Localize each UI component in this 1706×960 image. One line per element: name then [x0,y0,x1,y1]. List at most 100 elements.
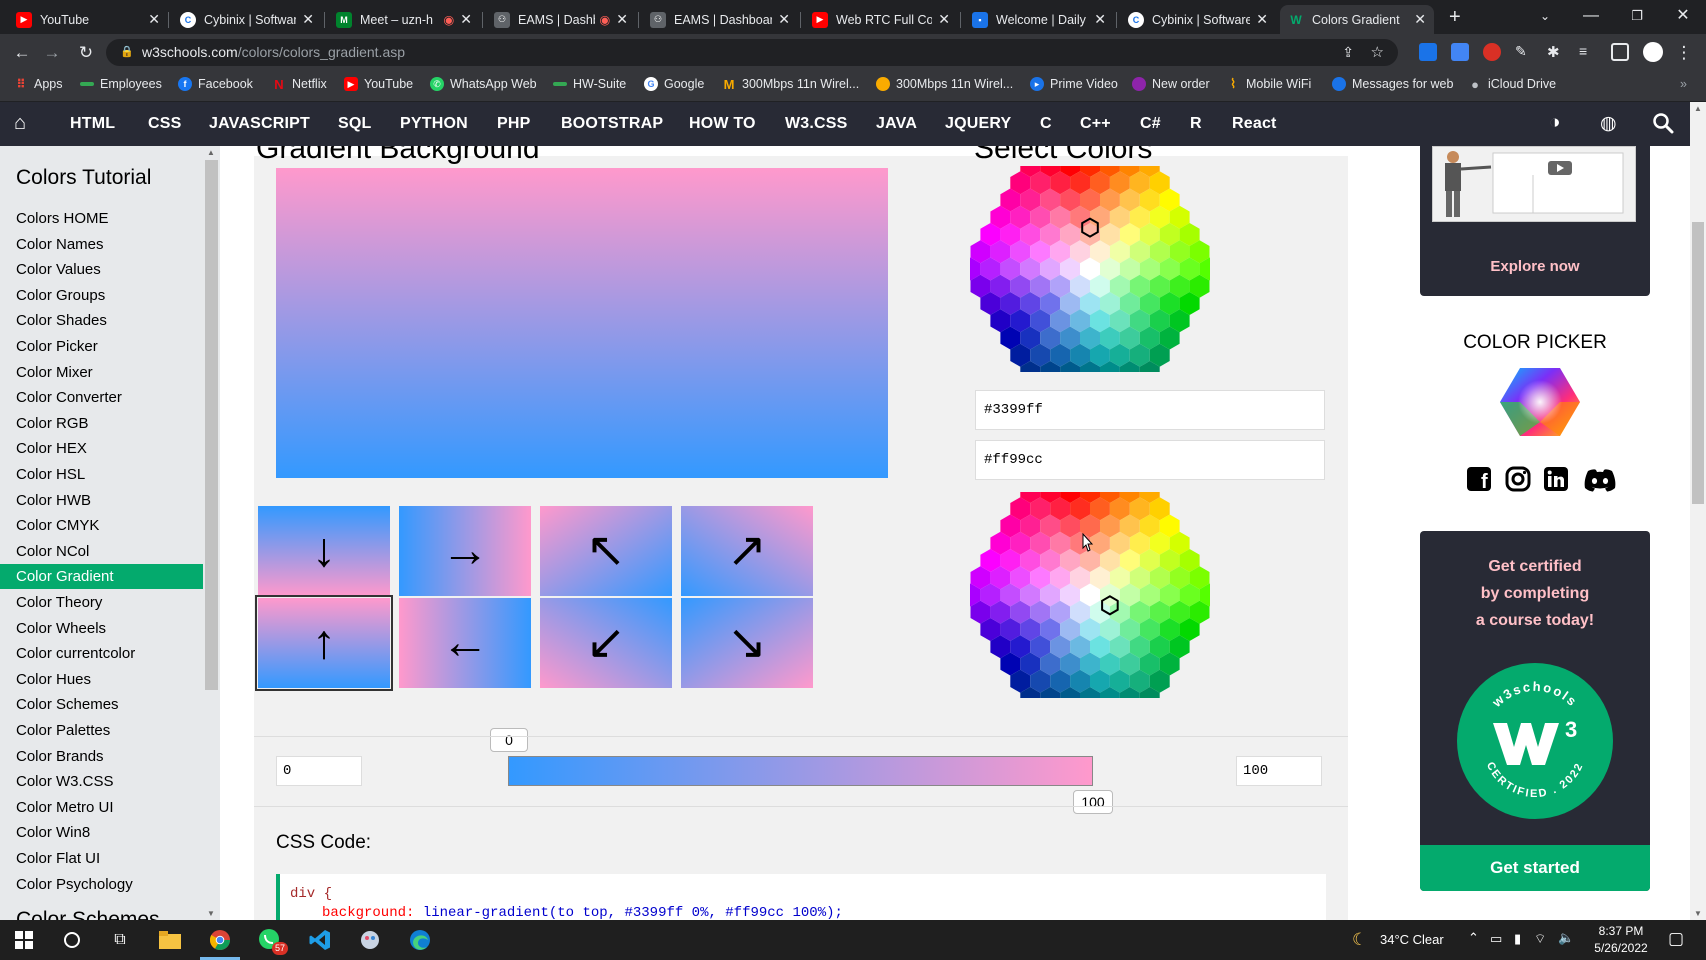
promo-video-thumbnail[interactable] [1432,146,1636,222]
nav-cpp[interactable]: C++ [1080,102,1111,146]
tab-eams-2[interactable]: ⚇ EAMS | Dashboar ✕ [642,5,798,34]
bookmark-google[interactable]: G Google [644,77,704,91]
sidebar-item[interactable]: Color Groups [0,283,203,308]
bookmark-router-1[interactable]: M 300Mbps 11n Wirel... [722,77,860,92]
search-icon[interactable] [1652,112,1676,136]
tray-battery-icon[interactable]: ▮ [1514,931,1521,947]
nav-css[interactable]: CSS [148,102,182,146]
get-started-button[interactable]: Get started [1420,845,1650,891]
tab-cybinix-2[interactable]: C Cybinix | Software ✕ [1120,5,1276,34]
sidebar-item[interactable]: Color Flat UI [0,846,203,871]
nav-jquery[interactable]: JQUERY [945,102,1011,146]
bookmarks-overflow-icon[interactable]: » [1680,77,1687,91]
explore-now-link[interactable]: Explore now [1420,258,1650,275]
sidebar-item[interactable]: Colors HOME [0,206,203,231]
chrome-icon[interactable] [206,926,234,954]
close-icon[interactable]: ✕ [1256,11,1268,28]
bookmark-employees[interactable]: Employees [80,77,162,91]
instagram-icon[interactable] [1505,466,1531,492]
windows-start-icon[interactable] [10,926,38,954]
sidebar-item[interactable]: Color Gradient [0,564,203,590]
direction-to-right-button[interactable]: → [399,506,531,596]
close-icon[interactable]: ✕ [938,11,950,28]
puzzle-icon[interactable]: ✱ [1547,43,1565,61]
direction-to-left-button[interactable]: ← [399,598,531,688]
scroll-down-icon[interactable]: ▼ [1694,909,1702,918]
search-circle-icon[interactable] [58,926,86,954]
bookmark-hwsuite[interactable]: HW-Suite [553,77,626,91]
tab-youtube[interactable]: ▶ YouTube ✕ [8,5,168,34]
bookmark-youtube[interactable]: ▶ YouTube [344,77,413,91]
tray-time[interactable]: 8:37 PM [1586,924,1656,938]
color-picker-hex-icon[interactable] [1500,366,1580,438]
tray-wifi-icon[interactable]: ⌔ [1534,931,1546,947]
sidebar-item[interactable]: Color Converter [0,385,203,410]
direction-to-top-button[interactable]: ↑ [255,595,393,691]
edge-icon[interactable] [406,926,434,954]
direction-to-top-right-button[interactable]: ↗ [681,506,813,596]
direction-to-top-left-button[interactable]: ↖ [540,506,672,596]
nav-howto[interactable]: HOW TO [689,102,756,146]
media-icon[interactable]: ≡ [1579,43,1597,61]
close-window-icon[interactable]: ✕ [1660,4,1706,28]
direction-to-bottom-button[interactable]: ↓ [258,506,390,596]
sidebar-item[interactable]: Color Hues [0,667,203,692]
menu-dots-icon[interactable]: ⋮ [1672,41,1696,65]
linkedin-icon[interactable] [1543,466,1569,492]
contrast-icon[interactable]: ◑ [1549,112,1573,136]
sidebar-item[interactable]: Color Metro UI [0,795,203,820]
bookmark-apps[interactable]: ⠿ Apps [14,77,62,91]
nav-r[interactable]: R [1190,102,1202,146]
gradient-stop-bar[interactable] [508,756,1093,786]
scroll-down-icon[interactable]: ▼ [207,909,215,918]
bookmark-new-order[interactable]: New order [1132,77,1210,91]
stop-end-input[interactable]: 100 [1236,756,1322,786]
sidebar-item[interactable]: Color HEX [0,436,203,461]
nav-w3css[interactable]: W3.CSS [785,102,848,146]
tab-meet[interactable]: M Meet – uzn-h ◉ ✕ [328,5,480,34]
pen-icon[interactable]: ✎ [1515,43,1533,61]
scroll-thumb[interactable] [205,160,218,690]
sidebar-item[interactable]: Color Shades [0,308,203,333]
sidebar-item[interactable]: Color NCol [0,539,203,564]
nav-html[interactable]: HTML [70,102,115,146]
tray-chevron-up-icon[interactable]: ⌃ [1468,930,1479,946]
nav-java[interactable]: JAVA [876,102,917,146]
home-icon[interactable]: ⌂ [14,112,38,136]
sidebar-scrollbar[interactable]: ▲ ▼ [203,146,220,920]
sidebar-item[interactable]: Color Palettes [0,718,203,743]
page-scrollbar[interactable]: ▲ ▼ [1690,102,1706,920]
bookmark-netflix[interactable]: N Netflix [272,77,326,92]
tray-date[interactable]: 5/26/2022 [1586,941,1656,955]
sidebar-item[interactable]: Color Psychology [0,872,203,897]
weather-text[interactable]: 34°C Clear [1380,932,1444,947]
tab-cybinix[interactable]: C Cybinix | Software ✕ [172,5,322,34]
direction-to-bottom-right-button[interactable]: ↘ [681,598,813,688]
color2-input[interactable]: #ff99cc [975,440,1325,480]
forward-icon[interactable]: → [40,41,64,65]
sidebar-item[interactable]: Color Mixer [0,360,203,385]
scroll-up-icon[interactable]: ▲ [1694,104,1702,113]
sidebar-item[interactable]: Color Schemes [0,692,203,717]
tab-webrtc[interactable]: ▶ Web RTC Full Cou ✕ [804,5,958,34]
notification-icon[interactable]: ▢ [1668,929,1684,949]
reload-icon[interactable]: ↻ [74,41,98,65]
nav-javascript[interactable]: JAVASCRIPT [209,102,310,146]
close-icon[interactable]: ✕ [778,11,790,28]
sidebar-item[interactable]: Color currentcolor [0,641,203,666]
sidepanel-icon[interactable] [1611,43,1629,61]
share-icon[interactable]: ⇪ [1342,39,1354,66]
close-icon[interactable]: ✕ [1414,11,1426,28]
close-icon[interactable]: ✕ [616,11,628,28]
globe-icon[interactable]: ◍ [1600,112,1624,136]
close-icon[interactable]: ✕ [460,11,472,28]
sidebar-item[interactable]: Color Win8 [0,820,203,845]
color-hexagon-picker-2[interactable] [970,492,1210,698]
tab-search-icon[interactable]: ⌄ [1522,4,1568,28]
color1-input[interactable]: #3399ff [975,390,1325,430]
translate-icon[interactable] [1451,43,1469,61]
bookmark-prime-video[interactable]: ▸ Prime Video [1030,77,1118,91]
facebook-icon[interactable]: f [1466,466,1492,492]
nav-php[interactable]: PHP [497,102,531,146]
nav-sql[interactable]: SQL [338,102,372,146]
